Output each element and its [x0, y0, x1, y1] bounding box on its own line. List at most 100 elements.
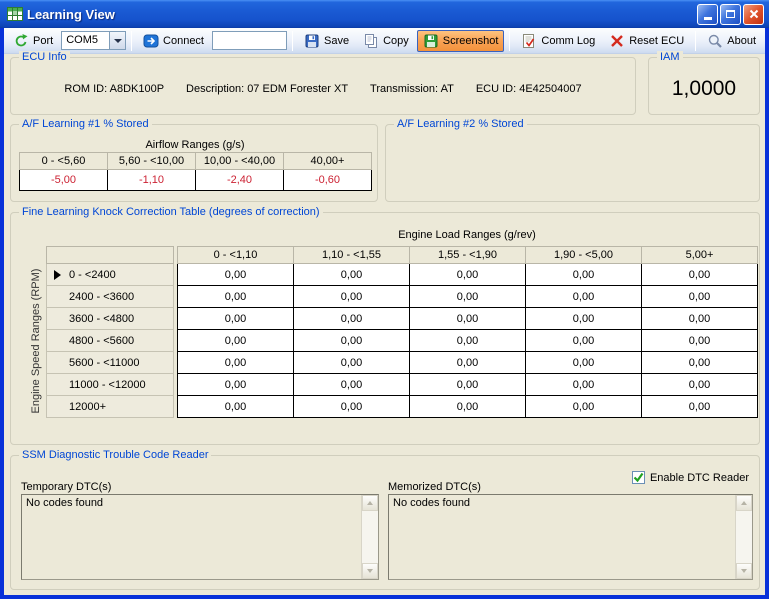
toolbar: Port COM5 Connect Save	[4, 28, 765, 54]
comm-log-icon	[521, 33, 537, 49]
arrow-down-icon	[741, 569, 747, 573]
enable-dtc-label: Enable DTC Reader	[650, 472, 749, 484]
save-button[interactable]: Save	[298, 30, 355, 52]
knock-value-cell: 0,00	[410, 330, 526, 352]
knock-value-cell: 0,00	[294, 396, 410, 418]
knock-value-cell: 0,00	[526, 352, 642, 374]
screenshot-label: Screenshot	[443, 35, 499, 47]
af-column-header: 5,60 - <10,00	[108, 153, 196, 170]
reset-x-icon	[609, 33, 625, 49]
af-column-header: 0 - <5,60	[20, 153, 108, 170]
knock-value-cell: 0,00	[294, 352, 410, 374]
minimize-icon	[704, 17, 712, 20]
knock-value-cell: 0,00	[294, 330, 410, 352]
port-label: Port	[33, 35, 53, 47]
knock-value-cell: 0,00	[178, 264, 294, 286]
memorized-dtc-textarea[interactable]: No codes found	[388, 494, 753, 580]
knock-table-row: 11000 - <12000 0,00 0,00 0,00 0,00 0,00	[47, 374, 758, 396]
af-value-cell: -1,10	[108, 170, 196, 191]
load-column-header: 5,00+	[642, 247, 758, 264]
maximize-button[interactable]	[720, 4, 741, 25]
knock-value-cell: 0,00	[526, 286, 642, 308]
memorized-dtc-scrollbar[interactable]	[735, 495, 752, 579]
connect-icon	[143, 33, 159, 49]
titlebar[interactable]: Learning View	[0, 0, 769, 28]
knock-value-cell: 0,00	[526, 396, 642, 418]
scroll-down-button[interactable]	[362, 563, 378, 579]
rpm-row-header: 0 - <2400	[47, 264, 174, 286]
copy-button[interactable]: Copy	[357, 30, 415, 52]
knock-value-cell: 0,00	[410, 264, 526, 286]
minimize-button[interactable]	[697, 4, 718, 25]
enable-dtc-checkbox[interactable]	[632, 471, 645, 484]
chevron-down-icon	[114, 39, 122, 43]
scroll-up-button[interactable]	[736, 495, 752, 511]
ecu-id-field: ECU ID: 4E42504007	[476, 83, 582, 95]
rpm-row-header: 5600 - <11000	[47, 352, 174, 374]
knock-value-cell: 0,00	[410, 286, 526, 308]
knock-correction-table: 0 - <1,10 1,10 - <1,55 1,55 - <1,90 1,90…	[46, 246, 758, 418]
description-field: Description: 07 EDM Forester XT	[186, 83, 348, 95]
af-value-cell: -0,60	[284, 170, 372, 191]
rpm-row-header: 3600 - <4800	[47, 308, 174, 330]
rpm-row-header: 12000+	[47, 396, 174, 418]
knock-value-cell: 0,00	[178, 352, 294, 374]
close-button[interactable]	[743, 4, 764, 25]
knock-value-cell: 0,00	[642, 374, 758, 396]
connect-label: Connect	[163, 35, 204, 47]
about-button[interactable]: About	[701, 30, 762, 52]
af-value-cell: -5,00	[20, 170, 108, 191]
iam-group: IAM 1,0000	[648, 57, 760, 115]
learning-view-window: Learning View Port COM5	[0, 0, 769, 599]
comm-log-label: Comm Log	[541, 35, 595, 47]
connect-button[interactable]: Connect	[137, 30, 210, 52]
app-icon	[7, 7, 23, 21]
arrow-up-icon	[741, 501, 747, 505]
port-select[interactable]: COM5	[61, 31, 126, 50]
knock-value-cell: 0,00	[178, 396, 294, 418]
temporary-dtc-textarea[interactable]: No codes found	[21, 494, 379, 580]
save-label: Save	[324, 35, 349, 47]
row-selector-arrow-icon	[54, 270, 61, 280]
af-value-cell: -2,40	[196, 170, 284, 191]
rpm-row-header: 2400 - <3600	[47, 286, 174, 308]
copy-icon	[363, 33, 379, 49]
airflow-ranges-axis-label: Airflow Ranges (g/s)	[19, 139, 371, 151]
af-learning-2-group: A/F Learning #2 % Stored	[385, 124, 760, 202]
dtc-reader-group: SSM Diagnostic Trouble Code Reader Enabl…	[10, 455, 760, 590]
reset-ecu-button[interactable]: Reset ECU	[603, 30, 690, 52]
screenshot-button[interactable]: Screenshot	[417, 30, 505, 52]
knock-value-cell: 0,00	[178, 308, 294, 330]
port-button[interactable]: Port	[7, 30, 59, 52]
scroll-up-button[interactable]	[362, 495, 378, 511]
rpm-row-header: 11000 - <12000	[47, 374, 174, 396]
memorized-dtc-label: Memorized DTC(s)	[388, 481, 481, 493]
knock-value-cell: 0,00	[294, 308, 410, 330]
arrow-up-icon	[367, 501, 373, 505]
knock-value-cell: 0,00	[526, 330, 642, 352]
scroll-down-button[interactable]	[736, 563, 752, 579]
dtc-reader-title: SSM Diagnostic Trouble Code Reader	[19, 449, 211, 462]
toolbar-separator	[131, 31, 132, 51]
port-select-dropdown-button[interactable]	[109, 32, 125, 49]
engine-load-axis-label: Engine Load Ranges (g/rev)	[173, 229, 761, 241]
status-field[interactable]	[212, 31, 287, 50]
knock-value-cell: 0,00	[642, 330, 758, 352]
knock-table-row: 5600 - <11000 0,00 0,00 0,00 0,00 0,00	[47, 352, 758, 374]
af-learning-1-title: A/F Learning #1 % Stored	[19, 118, 152, 131]
ecu-info-group: ECU Info ROM ID: A8DK100P Description: 0…	[10, 57, 636, 115]
rom-id-field: ROM ID: A8DK100P	[64, 83, 164, 95]
client-area: ECU Info ROM ID: A8DK100P Description: 0…	[4, 54, 765, 595]
knock-value-cell: 0,00	[526, 308, 642, 330]
knock-table-row: 3600 - <4800 0,00 0,00 0,00 0,00 0,00	[47, 308, 758, 330]
knock-table-row: 0 - <2400 0,00 0,00 0,00 0,00 0,00	[47, 264, 758, 286]
af-column-header: 40,00+	[284, 153, 372, 170]
toolbar-separator	[292, 31, 293, 51]
toolbar-separator	[509, 31, 510, 51]
transmission-field: Transmission: AT	[370, 83, 454, 95]
port-select-value: COM5	[62, 32, 109, 49]
copy-label: Copy	[383, 35, 409, 47]
comm-log-button[interactable]: Comm Log	[515, 30, 601, 52]
refresh-port-icon	[13, 33, 29, 49]
temporary-dtc-scrollbar[interactable]	[361, 495, 378, 579]
